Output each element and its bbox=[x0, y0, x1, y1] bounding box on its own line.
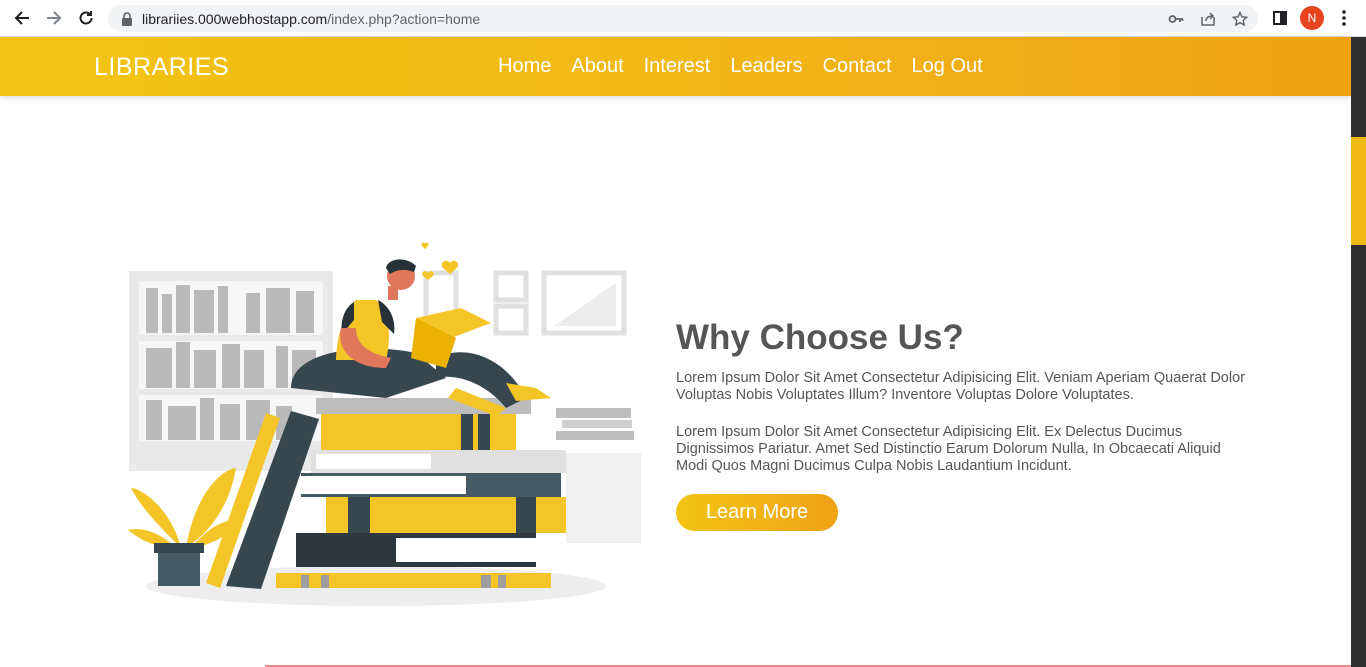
star-icon[interactable] bbox=[1231, 10, 1249, 28]
address-bar[interactable]: librariies.000webhostapp.com/index.php?a… bbox=[108, 5, 1258, 32]
url-path: /index.php?action=home bbox=[327, 11, 481, 27]
nav-home[interactable]: Home bbox=[498, 55, 551, 78]
intro-paragraph: Lorem Ipsum Dolor Sit Amet Consectetur A… bbox=[676, 370, 1245, 403]
url-text: librariies.000webhostapp.com/index.php?a… bbox=[142, 11, 480, 27]
nav-logout[interactable]: Log Out bbox=[912, 55, 983, 78]
nav-interest[interactable]: Interest bbox=[644, 55, 711, 78]
learn-more-button[interactable]: Learn More bbox=[676, 494, 838, 531]
url-host: librariies.000webhostapp.com bbox=[142, 11, 328, 27]
browser-toolbar: librariies.000webhostapp.com/index.php?a… bbox=[0, 0, 1366, 37]
nav-about[interactable]: About bbox=[571, 55, 623, 78]
site-logo[interactable]: LIBRARIES bbox=[94, 53, 229, 82]
nav-contact[interactable]: Contact bbox=[823, 55, 892, 78]
key-icon[interactable] bbox=[1167, 10, 1185, 28]
menu-icon[interactable] bbox=[1332, 6, 1356, 30]
avatar[interactable]: N bbox=[1300, 6, 1324, 30]
sidepanel-icon[interactable] bbox=[1268, 6, 1292, 30]
scrollbar-thumb[interactable] bbox=[1351, 137, 1366, 245]
main-nav: Home About Interest Leaders Contact Log … bbox=[498, 55, 983, 78]
nav-leaders[interactable]: Leaders bbox=[730, 55, 802, 78]
forward-icon[interactable] bbox=[42, 6, 66, 30]
reading-illustration bbox=[128, 242, 641, 606]
lock-icon[interactable] bbox=[118, 10, 136, 28]
back-icon[interactable] bbox=[10, 6, 34, 30]
site-header: LIBRARIES Home About Interest Leaders Co… bbox=[0, 37, 1351, 96]
share-icon[interactable] bbox=[1199, 10, 1217, 28]
section-title: Why Choose Us? bbox=[676, 318, 964, 357]
page-scrollbar[interactable] bbox=[1351, 37, 1366, 667]
reload-icon[interactable] bbox=[74, 6, 98, 30]
detail-paragraph: Lorem Ipsum Dolor Sit Amet Consectetur A… bbox=[676, 424, 1221, 474]
